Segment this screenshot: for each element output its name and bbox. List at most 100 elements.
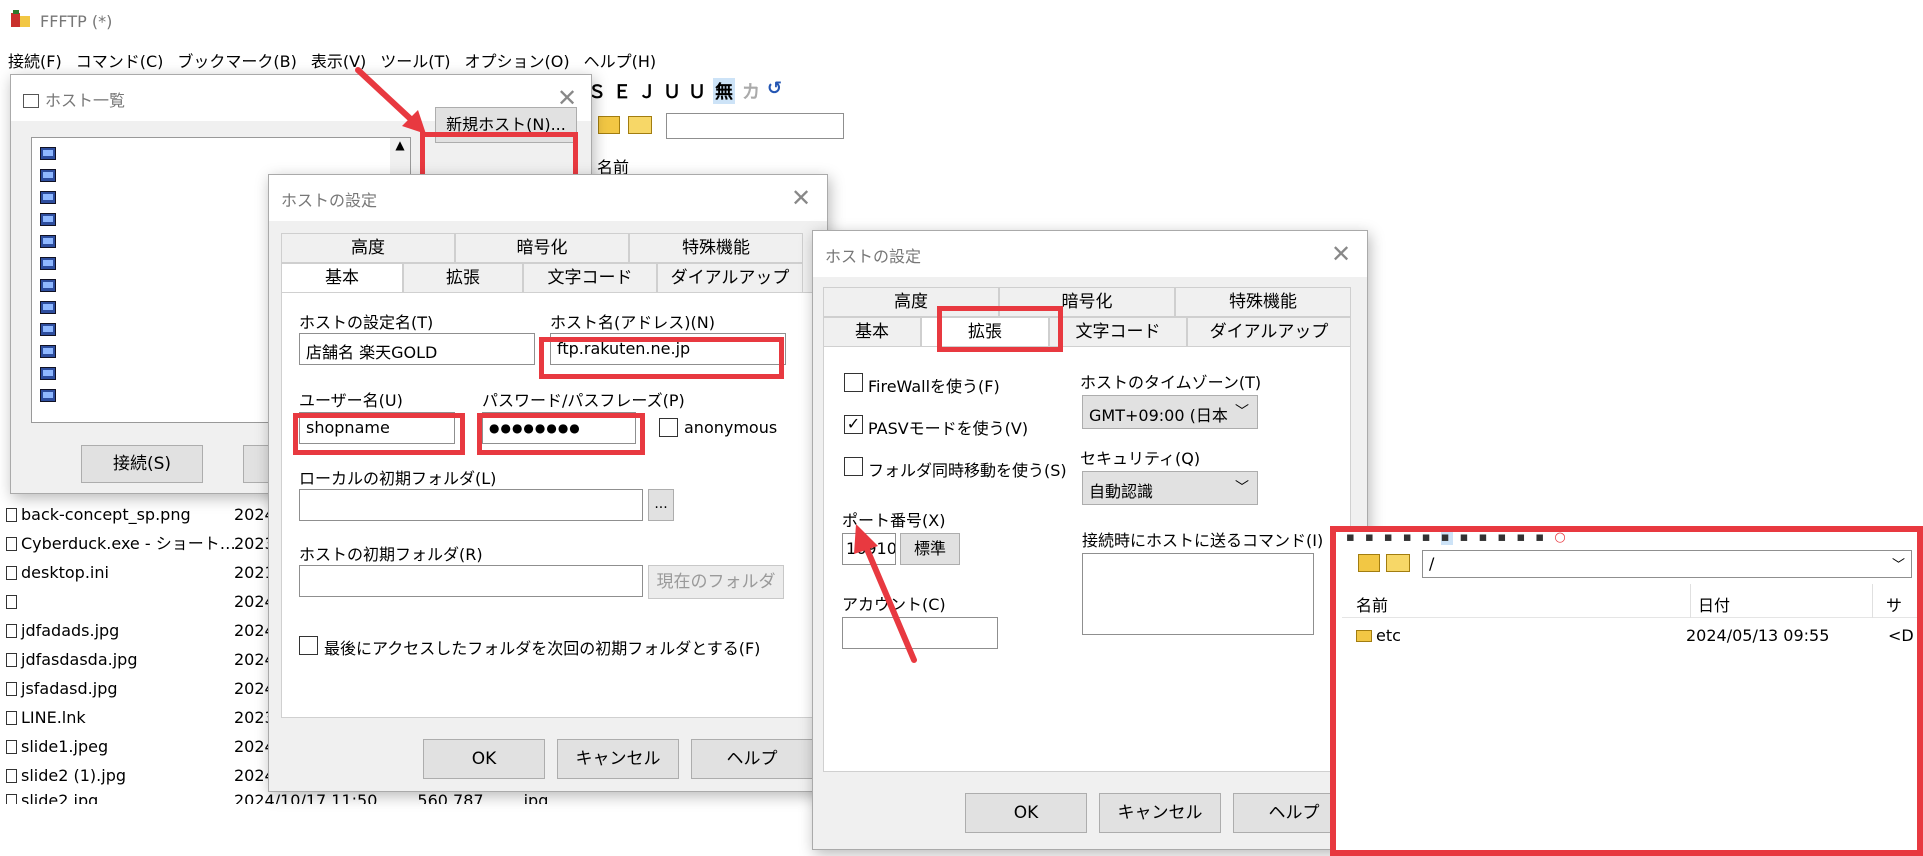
tab-charcode[interactable]: 文字コード [1049,317,1187,347]
list-item[interactable]: slide2.jpg [6,790,236,804]
local-folder-open-icon[interactable] [628,116,652,134]
tab-row-top: 高度 暗号化 特殊機能 [281,233,803,263]
list-item[interactable]: slide1.jpeg [6,732,236,761]
anonymous-checkbox[interactable] [659,418,678,437]
remote-folder-up-icon[interactable] [1358,554,1380,572]
close-icon[interactable]: ✕ [1331,240,1351,268]
menu-command[interactable]: コマンド(C) [76,48,164,72]
local-folder-up-icon[interactable] [598,116,620,134]
col-name[interactable]: 名前 [1356,592,1388,616]
toolbar-jis-icon[interactable]: Ｊ [638,78,656,104]
list-item[interactable]: Cyberduck.exe - ショート… [6,529,236,558]
col-divider [1872,584,1873,618]
ok-button[interactable]: OK [965,793,1087,833]
host-settings-title: ホストの設定 [269,175,827,221]
toolbar-kana-icon[interactable]: カ [742,78,760,104]
tab-special[interactable]: 特殊機能 [1175,287,1351,317]
security-select[interactable]: 自動認識 ﹀ [1082,471,1258,505]
help-button[interactable]: ヘルプ [691,739,813,779]
connect-command-textarea[interactable] [1082,553,1314,635]
col-divider [1690,584,1691,618]
ok-button[interactable]: OK [423,739,545,779]
local-folder-input[interactable] [299,489,643,521]
list-item[interactable]: slide2 (1).jpg [6,761,236,790]
close-icon[interactable]: ✕ [791,184,811,212]
toolbar: Ｓ Ｅ Ｊ Ｕ Ｕ 無 カ ↺ [588,78,782,104]
folder-sync-checkbox[interactable] [844,457,863,476]
local-file-list: back-concept_sp.png Cyberduck.exe - ショート… [6,500,236,804]
list-item[interactable]: jsfadasd.jpg [6,674,236,703]
col-date[interactable]: 日付 [1698,592,1730,616]
file-icon [6,653,17,667]
timezone-select[interactable]: GMT+09:00 (日本 ﹀ [1082,395,1258,429]
host-icon [40,235,56,248]
cancel-button[interactable]: キャンセル [1099,793,1221,833]
host-icon [40,367,56,380]
host-settings-ext-title: ホストの設定 [813,231,1367,277]
password-input[interactable]: ●●●●●●●● [482,412,636,444]
last-folder-checkbox[interactable] [299,636,318,655]
current-folder-button[interactable]: 現在のフォルダ [648,565,784,599]
remote-path-select[interactable]: / ﹀ [1422,550,1912,578]
menu-connect[interactable]: 接続(F) [8,48,62,72]
list-item[interactable]: back-concept_sp.png [6,500,236,529]
local-folder-label: ローカルの初期フォルダ(L) [299,469,497,488]
tab-dialup[interactable]: ダイアルアップ [657,263,803,293]
toolbar-nochange-icon[interactable]: 無 [713,78,735,104]
remote-folder-open-icon[interactable] [1386,554,1410,572]
folder-icon [1356,630,1372,642]
tab-advanced[interactable]: 高度 [281,233,455,263]
remote-column-header: 名前 日付 サ [1342,584,1922,618]
tab-row-bottom: 基本 拡張 文字コード ダイアルアップ [281,263,803,293]
menu-bookmark[interactable]: ブックマーク(B) [177,48,296,72]
tab-basic[interactable]: 基本 [281,263,403,293]
tab-basic[interactable]: 基本 [823,317,921,347]
host-folder-input[interactable] [299,565,643,597]
list-item[interactable] [6,587,236,616]
file-icon [6,711,17,725]
firewall-checkbox[interactable] [844,373,863,392]
list-item[interactable]: jdfasdasda.jpg [6,645,236,674]
local-path-input[interactable] [666,113,844,139]
connect-button[interactable]: 接続(S) [81,445,203,483]
arrow-to-port [854,524,917,663]
refresh-icon[interactable]: ↺ [767,78,782,104]
toolbar-euc-icon[interactable]: Ｅ [613,78,631,104]
tab-dialup[interactable]: ダイアルアップ [1187,317,1351,347]
browse-button[interactable]: ... [648,489,674,521]
new-host-button[interactable]: 新規ホスト(N)... [435,107,577,143]
user-name-input[interactable]: shopname [299,412,455,444]
list-item[interactable]: jdfadads.jpg [6,616,236,645]
tab-extended[interactable]: 拡張 [921,317,1049,347]
host-settings-basic-dialog: ホストの設定 ✕ 高度 暗号化 特殊機能 基本 拡張 文字コード ダイアルアップ… [268,174,828,792]
ext-tab-row-top: 高度 暗号化 特殊機能 [823,287,1351,317]
tab-advanced[interactable]: 高度 [823,287,999,317]
pasv-label: PASVモードを使う(V) [868,419,1029,438]
file-icon [6,537,17,551]
menu-options[interactable]: オプション(O) [465,48,570,72]
tab-charcode[interactable]: 文字コード [523,263,657,293]
tab-encryption[interactable]: 暗号化 [999,287,1175,317]
app-icon [10,10,32,30]
tab-extended[interactable]: 拡張 [403,263,523,293]
setting-name-input[interactable]: 店舗名 楽天GOLD [299,333,535,365]
host-icon [40,147,56,160]
file-icon [6,740,17,754]
file-icon [6,566,17,580]
col-size[interactable]: サ [1886,592,1902,616]
tab-special[interactable]: 特殊機能 [629,233,803,263]
host-name-input[interactable]: ftp.rakuten.ne.jp [550,333,786,365]
tab-encryption[interactable]: 暗号化 [455,233,629,263]
toolbar-utf8bom-icon[interactable]: Ｕ [688,78,706,104]
toolbar-utf8-icon[interactable]: Ｕ [663,78,681,104]
host-icon [40,345,56,358]
menu-help[interactable]: ヘルプ(H) [584,48,657,72]
cancel-button[interactable]: キャンセル [557,739,679,779]
table-row[interactable]: etc 2024/05/13 09:55 <D [1356,626,1916,652]
list-item[interactable]: desktop.ini [6,558,236,587]
list-item[interactable]: LINE.lnk [6,703,236,732]
file-icon [6,508,17,522]
timezone-label: ホストのタイムゾーン(T) [1080,373,1262,392]
file-icon [6,794,17,804]
pasv-checkbox[interactable]: ✓ [844,415,863,434]
